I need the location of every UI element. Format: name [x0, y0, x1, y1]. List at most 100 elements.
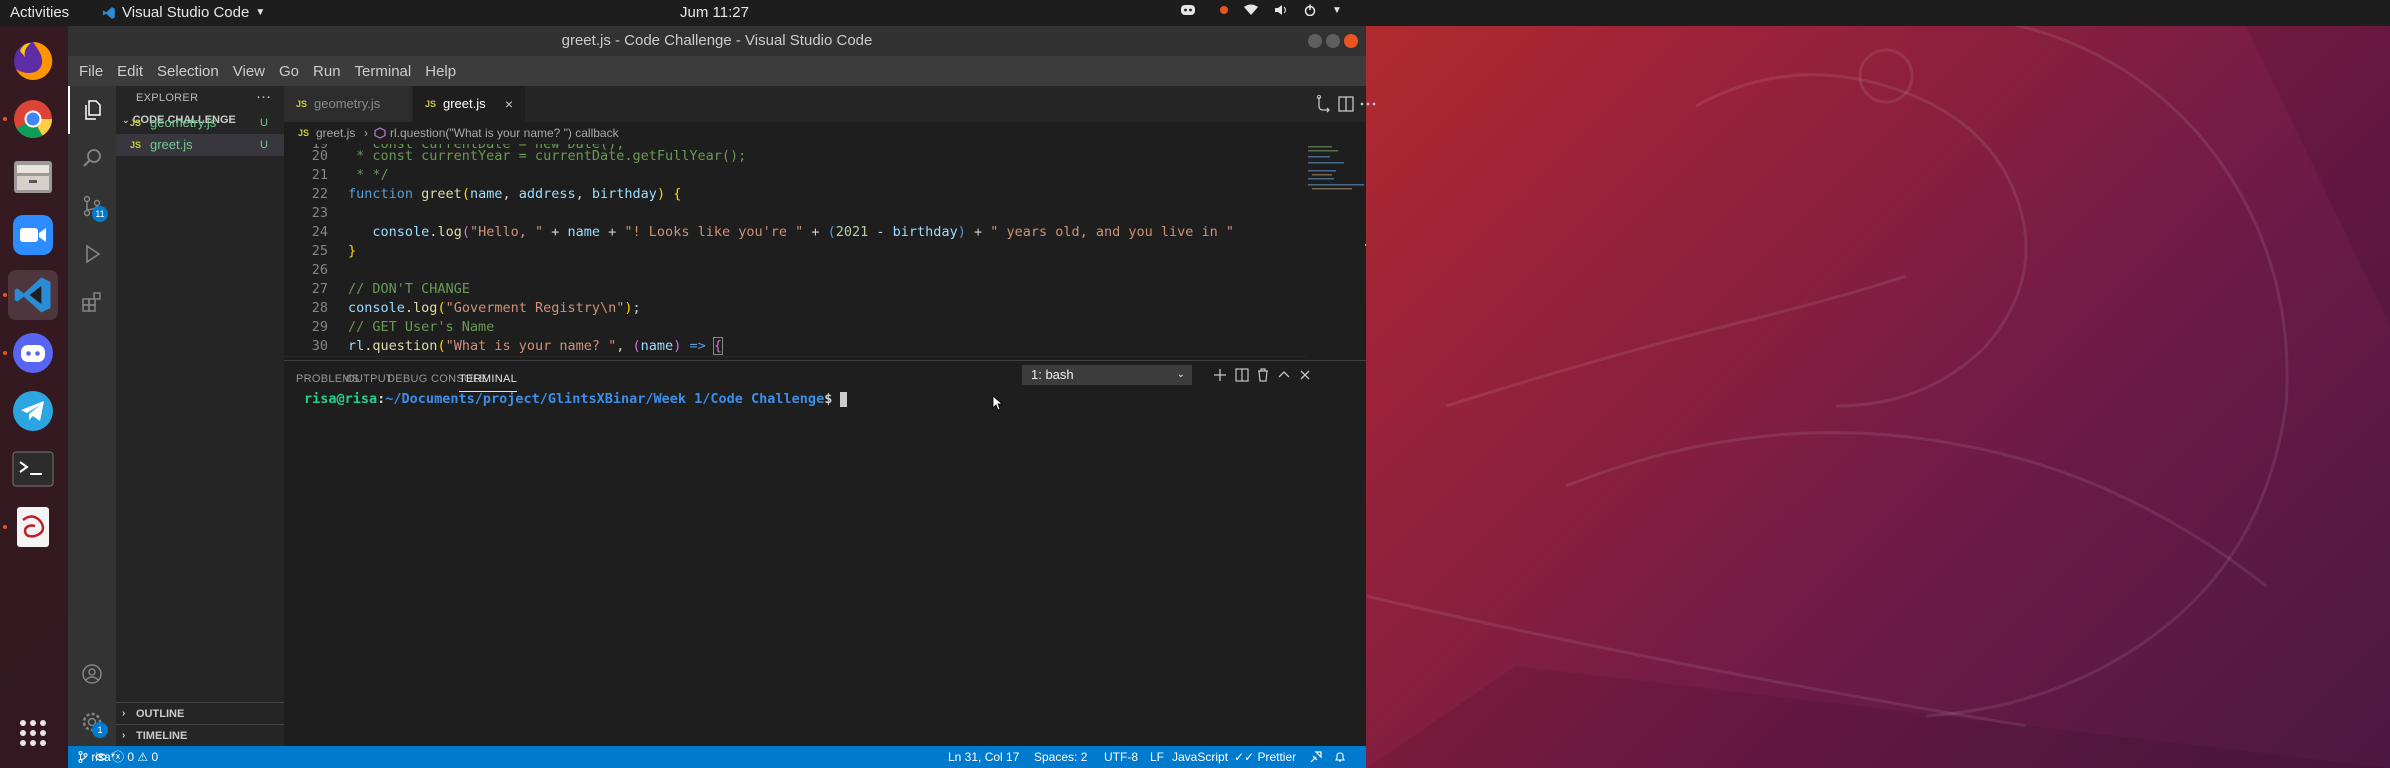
- code-line: 21 * */: [284, 166, 1306, 185]
- extensions-view-button[interactable]: [68, 278, 116, 326]
- breadcrumb-separator: ›: [364, 126, 368, 140]
- sync-icon[interactable]: [94, 750, 108, 764]
- run-debug-icon: [86, 244, 101, 264]
- minimap[interactable]: [1306, 144, 1366, 360]
- search-view-button[interactable]: [68, 134, 116, 182]
- breadcrumb[interactable]: JS greet.js › rl.question("What is your …: [284, 122, 1366, 144]
- language-mode[interactable]: JavaScript: [1172, 746, 1228, 768]
- js-file-icon: JS: [130, 140, 142, 150]
- line-number: 23: [311, 205, 328, 221]
- split-editor-icon[interactable]: [1336, 94, 1356, 114]
- new-terminal-icon[interactable]: [1212, 367, 1228, 383]
- menu-selection[interactable]: Selection: [150, 63, 226, 80]
- cursor-position[interactable]: Ln 31, Col 17: [948, 746, 1019, 768]
- notification-dot-icon: [1220, 6, 1228, 14]
- dock-terminal[interactable]: [8, 444, 58, 494]
- more-actions-icon[interactable]: [1358, 94, 1378, 114]
- prettier-status[interactable]: ✓✓ Prettier: [1234, 746, 1296, 768]
- accounts-button[interactable]: [68, 650, 116, 698]
- bell-icon[interactable]: [1334, 751, 1346, 763]
- encoding[interactable]: UTF-8: [1104, 746, 1138, 768]
- close-tab-icon[interactable]: ×: [505, 86, 513, 122]
- terminal-icon: [12, 451, 54, 487]
- git-branch-icon: [78, 751, 88, 763]
- app-menu[interactable]: Visual Studio Code ▼: [102, 4, 265, 21]
- dock-telegram[interactable]: [8, 386, 58, 436]
- explorer-view-button[interactable]: [68, 86, 116, 134]
- dock-files[interactable]: [8, 152, 58, 202]
- panel-tab-output[interactable]: OUTPUT: [346, 373, 393, 385]
- tab-label: geometry.js: [314, 96, 381, 111]
- code-text: // DON'T CHANGE: [348, 281, 470, 297]
- line-number: 20: [311, 148, 328, 164]
- run-view-button[interactable]: [68, 230, 116, 278]
- menu-run[interactable]: Run: [306, 63, 348, 80]
- show-applications-button[interactable]: [8, 708, 58, 758]
- dock-chrome[interactable]: [3, 94, 58, 144]
- menu-help[interactable]: Help: [418, 63, 463, 80]
- minimize-button[interactable]: [1308, 34, 1322, 48]
- close-window-button[interactable]: [1344, 34, 1358, 48]
- trash-icon[interactable]: [1255, 367, 1271, 383]
- outline-section[interactable]: › OUTLINE: [116, 702, 284, 724]
- code-line: 20 * const currentYear = currentDate.get…: [284, 147, 1306, 166]
- breadcrumb-symbol[interactable]: rl.question("What is your name? ") callb…: [390, 122, 619, 144]
- wifi-icon: [1244, 4, 1258, 15]
- dock-firefox[interactable]: [8, 36, 58, 86]
- window-titlebar[interactable]: greet.js - Code Challenge - Visual Studi…: [68, 26, 1366, 56]
- section-label: TIMELINE: [136, 730, 188, 742]
- system-tray[interactable]: ▼: [1180, 3, 1342, 17]
- menu-terminal[interactable]: Terminal: [348, 63, 419, 80]
- menu-file[interactable]: File: [72, 63, 110, 80]
- file-row-greet[interactable]: JS greet.js U: [116, 134, 284, 156]
- wallpaper-bird-art: [1366, 26, 2390, 768]
- dock-vscode[interactable]: [3, 270, 58, 320]
- power-icon: [1304, 4, 1316, 16]
- code-line: 30 rl.question("What is your name? ", (na…: [284, 337, 1306, 356]
- timeline-section[interactable]: › TIMELINE: [116, 724, 284, 746]
- file-row-geometry[interactable]: JS geometry.js U: [116, 112, 284, 134]
- mouse-cursor-icon: [992, 395, 1002, 411]
- clock[interactable]: Jum 11:27: [680, 4, 749, 21]
- end-of-line[interactable]: LF: [1150, 746, 1164, 768]
- line-number: 22: [311, 186, 328, 202]
- terminal-output[interactable]: risa@risa:~/Documents/project/GlintsXBin…: [304, 391, 848, 407]
- open-changes-icon[interactable]: [1314, 94, 1334, 114]
- code-text: * const currentYear = currentDate.getFul…: [348, 148, 747, 164]
- indentation[interactable]: Spaces: 2: [1034, 746, 1087, 768]
- terminal-select[interactable]: 1: bash ⌄: [1022, 365, 1192, 385]
- dock-zoom[interactable]: [8, 210, 58, 260]
- panel-tab-terminal[interactable]: TERMINAL: [459, 373, 518, 392]
- prompt-user: risa@risa: [304, 391, 378, 407]
- search-icon: [83, 149, 101, 167]
- menu-view[interactable]: View: [226, 63, 272, 80]
- problems-indicator[interactable]: ⓧ 0 ⚠ 0: [112, 746, 158, 768]
- telegram-icon: [13, 391, 53, 431]
- tab-greet[interactable]: JS greet.js ×: [413, 86, 525, 122]
- line-number: 29: [311, 319, 328, 335]
- tab-label: greet.js: [443, 96, 486, 111]
- activity-bar: 11 1: [68, 86, 116, 746]
- git-status-badge: U: [260, 139, 268, 151]
- feedback-icon[interactable]: [1310, 751, 1322, 763]
- breadcrumb-file[interactable]: greet.js: [316, 122, 355, 144]
- more-actions-icon[interactable]: ···: [256, 88, 271, 105]
- js-file-icon: JS: [130, 118, 142, 128]
- dock-text-editor[interactable]: [3, 502, 58, 552]
- maximize-button[interactable]: [1326, 34, 1340, 48]
- code-editor[interactable]: 19 * const currentDate = new Date(); 20 …: [284, 144, 1306, 360]
- app-menu-label: Visual Studio Code: [122, 4, 250, 21]
- running-indicator: [3, 525, 7, 529]
- tab-geometry[interactable]: JS geometry.js: [284, 86, 412, 122]
- menu-edit[interactable]: Edit: [110, 63, 150, 80]
- files-icon: [14, 161, 52, 193]
- source-control-view-button[interactable]: 11: [68, 182, 116, 230]
- code-text: }: [348, 243, 357, 259]
- dock-discord[interactable]: [3, 328, 58, 378]
- activities-button[interactable]: Activities: [10, 4, 69, 21]
- split-terminal-icon[interactable]: [1234, 367, 1250, 383]
- maximize-panel-icon[interactable]: [1276, 367, 1292, 383]
- menu-go[interactable]: Go: [272, 63, 306, 80]
- close-panel-icon[interactable]: [1297, 367, 1313, 383]
- manage-button[interactable]: 1: [68, 698, 116, 746]
